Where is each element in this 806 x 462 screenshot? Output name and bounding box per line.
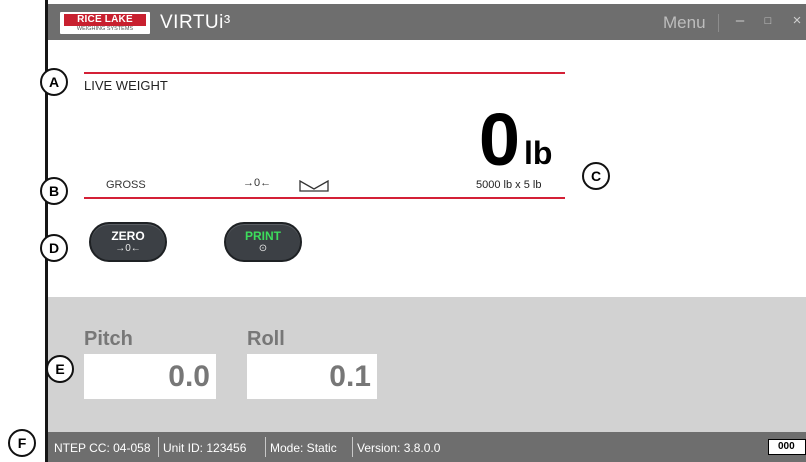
callout-c: C [582,162,610,190]
zero-button-label: ZERO [111,229,145,243]
ntep-certificate: NTEP CC: 04-058 [54,441,151,455]
roll-value: 0.1 [247,354,377,399]
close-icon[interactable]: × [789,11,805,31]
pitch-label: Pitch [84,328,133,350]
mode-status: Mode: Static [270,441,337,455]
printer-icon: ⊙ [258,243,268,254]
roll-label: Roll [247,328,285,350]
status-separator [158,437,159,457]
zero-button[interactable]: ZERO →0← [89,222,167,262]
menu-separator [718,14,719,32]
callout-e: E [46,355,74,383]
weight-bottom-rule [84,197,565,199]
status-separator [265,437,266,457]
title-bar: RICE LAKE WEIGHING SYSTEMS VIRTUi³ Menu … [48,4,806,40]
live-weight-label: LIVE WEIGHT [84,78,168,93]
version-label: Version: 3.8.0.0 [357,441,441,455]
maximize-icon[interactable]: □ [760,11,776,31]
minimize-icon[interactable]: – [732,11,748,31]
unit-id: Unit ID: 123456 [163,441,247,455]
status-separator [352,437,353,457]
pitch-value: 0.0 [84,354,216,399]
menu-button[interactable]: Menu [663,13,706,33]
weight-unit: lb [524,135,553,171]
callout-a: A [40,68,68,96]
logo-subtext: WEIGHING SYSTEMS [76,26,134,32]
capacity-label: 5000 lb x 5 lb [476,179,542,191]
callout-f: F [8,429,36,457]
app-name: VIRTUi³ [160,12,231,33]
weight-value: 0 [478,98,520,181]
status-badge: 000 [768,439,806,455]
zero-arrows-icon: →0← [115,243,141,254]
print-button-label: PRINT [245,229,281,243]
callout-b: B [40,177,68,205]
print-button[interactable]: PRINT ⊙ [224,222,302,262]
center-of-zero-annunciator: →0← [243,177,272,189]
motion-icon [299,180,329,192]
callout-d: D [40,234,68,262]
logo-text: RICE LAKE [64,14,146,26]
gross-annunciator: GROSS [106,179,146,191]
rice-lake-logo: RICE LAKE WEIGHING SYSTEMS [60,12,150,34]
status-bar: NTEP CC: 04-058 Unit ID: 123456 Mode: St… [48,432,806,462]
weight-top-rule [84,72,565,74]
